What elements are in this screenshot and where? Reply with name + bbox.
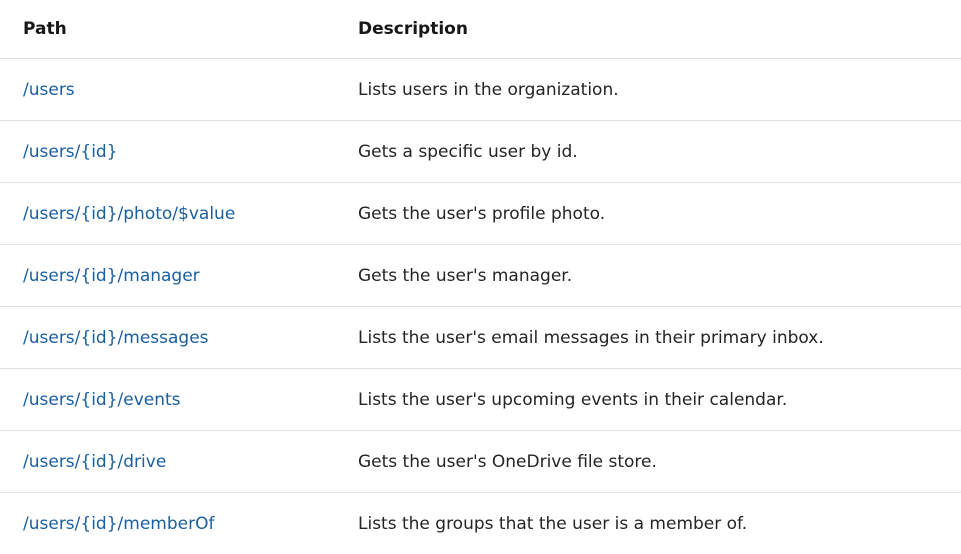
description-text: Lists the user's upcoming events in thei… [358,390,787,410]
path-link-user-manager[interactable]: /users/{id}/manager [23,266,200,286]
path-cell: /users [0,59,335,121]
description-text: Gets a specific user by id. [358,142,578,162]
description-cell: Gets the user's manager. [335,245,961,307]
path-link-user-messages[interactable]: /users/{id}/messages [23,328,209,348]
description-text: Lists the groups that the user is a memb… [358,514,747,534]
description-cell: Lists the user's email messages in their… [335,307,961,369]
path-link-user-events[interactable]: /users/{id}/events [23,390,181,410]
table-row: /users/{id}/memberOf Lists the groups th… [0,493,961,554]
description-text: Gets the user's profile photo. [358,204,605,224]
description-text: Gets the user's manager. [358,266,572,286]
path-column-header: Path [0,0,335,59]
description-text: Lists the user's email messages in their… [358,328,824,348]
table-row: /users/{id}/drive Gets the user's OneDri… [0,431,961,493]
description-cell: Lists users in the organization. [335,59,961,121]
description-cell: Lists the groups that the user is a memb… [335,493,961,554]
table-row: /users/{id}/manager Gets the user's mana… [0,245,961,307]
table-row: /users Lists users in the organization. [0,59,961,121]
description-cell: Gets a specific user by id. [335,121,961,183]
table-row: /users/{id}/messages Lists the user's em… [0,307,961,369]
api-paths-table: Path Description /users Lists users in t… [0,0,961,554]
path-link-users[interactable]: /users [23,80,75,100]
path-cell: /users/{id} [0,121,335,183]
path-link-user-member-of[interactable]: /users/{id}/memberOf [23,514,214,534]
path-link-user-by-id[interactable]: /users/{id} [23,142,118,162]
description-text: Gets the user's OneDrive file store. [358,452,657,472]
header-row: Path Description [0,0,961,59]
table-row: /users/{id} Gets a specific user by id. [0,121,961,183]
path-cell: /users/{id}/photo/$value [0,183,335,245]
description-cell: Lists the user's upcoming events in thei… [335,369,961,431]
table-body: /users Lists users in the organization. … [0,59,961,554]
table-row: /users/{id}/photo/$value Gets the user's… [0,183,961,245]
description-cell: Gets the user's profile photo. [335,183,961,245]
description-cell: Gets the user's OneDrive file store. [335,431,961,493]
table-header: Path Description [0,0,961,59]
table-row: /users/{id}/events Lists the user's upco… [0,369,961,431]
path-cell: /users/{id}/manager [0,245,335,307]
path-cell: /users/{id}/drive [0,431,335,493]
path-cell: /users/{id}/events [0,369,335,431]
description-column-header: Description [335,0,961,59]
path-cell: /users/{id}/memberOf [0,493,335,554]
path-link-user-photo[interactable]: /users/{id}/photo/$value [23,204,235,224]
description-text: Lists users in the organization. [358,80,619,100]
path-link-user-drive[interactable]: /users/{id}/drive [23,452,166,472]
path-cell: /users/{id}/messages [0,307,335,369]
